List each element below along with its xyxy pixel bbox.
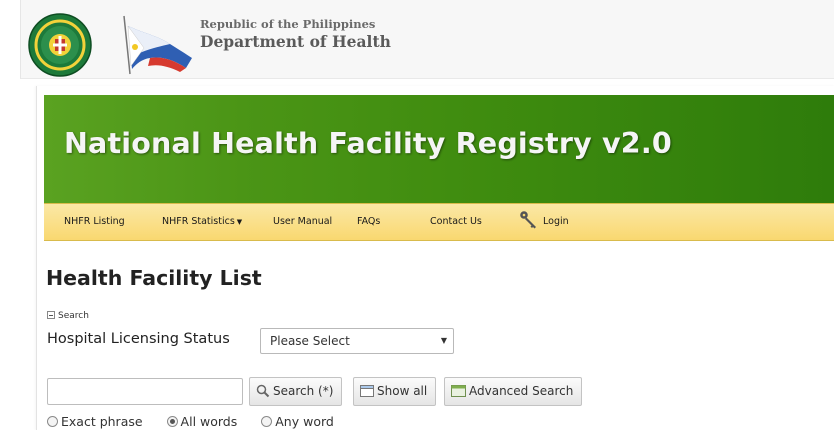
advanced-search-button[interactable]: Advanced Search (444, 377, 583, 406)
nav-login[interactable]: Login (519, 204, 569, 240)
licensing-status-select[interactable]: Please Select ▼ (260, 328, 454, 354)
search-toggle[interactable]: Search (47, 310, 89, 321)
search-button[interactable]: Search (*) (249, 377, 343, 406)
nav-contact-us[interactable]: Contact Us (430, 204, 482, 240)
nav-nhfr-listing[interactable]: NHFR Listing (64, 204, 125, 240)
nav-nhfr-statistics[interactable]: NHFR Statistics ▼ (162, 204, 242, 240)
show-all-button[interactable]: Show all (353, 377, 437, 406)
org-country: Republic of the Philippines (200, 17, 376, 31)
page-title: Health Facility List (46, 266, 262, 290)
main-nav: NHFR Listing NHFR Statistics ▼ User Manua… (44, 203, 834, 241)
radio-all-words-label: All words (180, 414, 238, 429)
key-icon (520, 210, 536, 228)
radio-off-icon (261, 416, 273, 427)
org-name: Department of Health (200, 32, 391, 51)
advanced-search-icon (451, 384, 466, 397)
nav-nhfr-statistics-label: NHFR Statistics (162, 216, 235, 227)
nav-login-label: Login (543, 216, 569, 227)
radio-all-words[interactable]: All words (166, 414, 238, 429)
nav-faqs[interactable]: FAQs (357, 204, 380, 240)
doh-seal-logo (28, 13, 92, 77)
radio-exact-phrase[interactable]: Exact phrase (47, 414, 143, 429)
match-mode-group: Exact phrase All words Any word (47, 414, 354, 429)
chevron-down-icon: ▼ (440, 336, 447, 345)
list-icon (360, 384, 374, 397)
search-button-label: Search (*) (273, 384, 334, 398)
search-icon (256, 384, 270, 397)
radio-off-icon (47, 416, 58, 427)
search-input[interactable] (47, 378, 243, 405)
registry-banner: National Health Facility Registry v2.0 (44, 95, 834, 203)
licensing-status-label: Hospital Licensing Status (47, 331, 230, 347)
search-toggle-label: Search (58, 311, 89, 321)
philippine-flag-logo (123, 15, 192, 75)
collapse-icon (47, 311, 55, 319)
licensing-status-value: Please Select (270, 334, 350, 348)
nav-user-manual[interactable]: User Manual (273, 204, 332, 240)
registry-title: National Health Facility Registry v2.0 (64, 127, 672, 160)
radio-on-icon (166, 416, 178, 427)
radio-any-word-label: Any word (275, 414, 334, 429)
radio-any-word[interactable]: Any word (261, 414, 334, 429)
show-all-button-label: Show all (377, 384, 428, 398)
radio-exact-phrase-label: Exact phrase (61, 414, 143, 429)
caret-down-icon: ▼ (236, 218, 243, 226)
advanced-search-button-label: Advanced Search (469, 384, 574, 398)
